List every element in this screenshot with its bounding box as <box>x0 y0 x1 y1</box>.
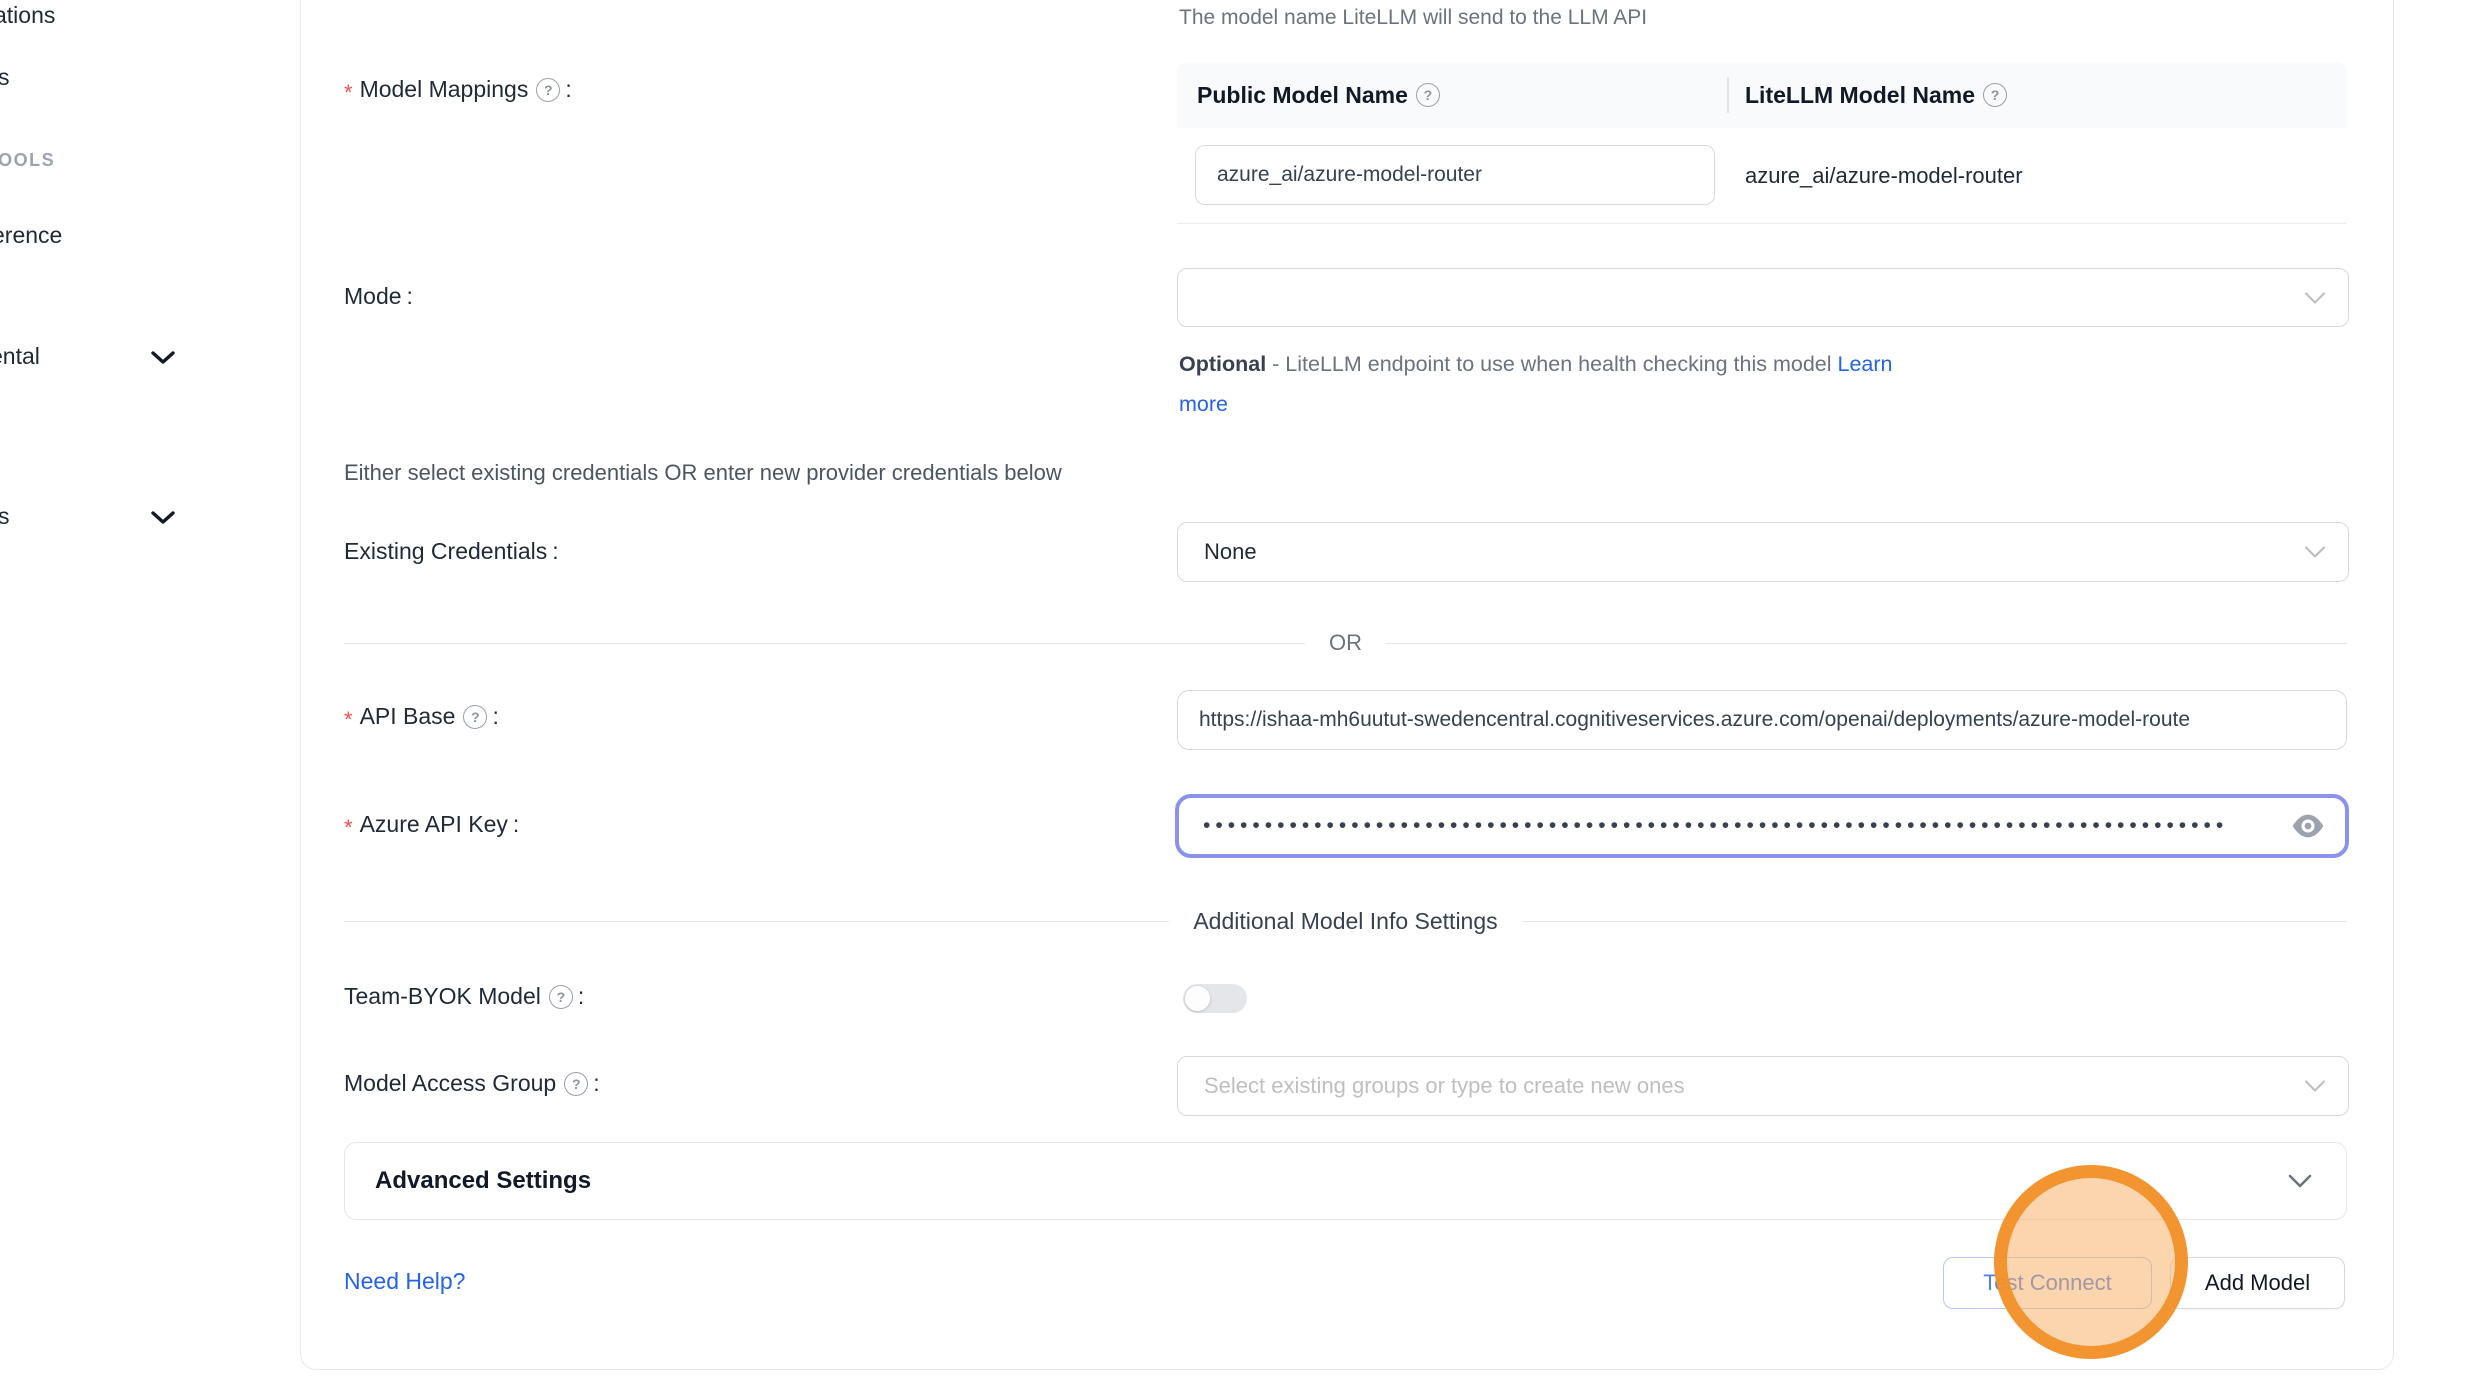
help-icon[interactable] <box>564 1072 588 1096</box>
chevron-down-icon <box>2288 1174 2312 1188</box>
masked-api-key: ••••••••••••••••••••••••••••••••••••••••… <box>1203 794 2223 858</box>
test-connect-button[interactable]: Test Connect <box>1943 1257 2152 1309</box>
azure-api-key-input[interactable]: ••••••••••••••••••••••••••••••••••••••••… <box>1175 794 2349 858</box>
chevron-down-icon <box>2304 1080 2326 1093</box>
model-mapping-row: azure_ai/azure-model-router <box>1177 128 2347 224</box>
help-icon[interactable] <box>549 985 573 1009</box>
litellm-model-name-helper: The model name LiteLLM will send to the … <box>1179 6 1647 30</box>
required-asterisk: * <box>344 815 353 841</box>
model-access-group-label: Model Access Group : <box>344 1070 600 1097</box>
existing-credentials-label: Existing Credentials : <box>344 538 559 565</box>
model-access-group-select[interactable]: Select existing groups or type to create… <box>1177 1056 2349 1116</box>
litellm-model-name-header: LiteLLM Model Name <box>1727 82 2007 109</box>
sidebar: ations s TOOLS erence ental s <box>0 0 297 1385</box>
help-icon[interactable] <box>463 705 487 729</box>
add-model-button[interactable]: Add Model <box>2170 1257 2345 1309</box>
sidebar-item-settings[interactable]: s <box>0 503 10 530</box>
sidebar-item[interactable]: s <box>0 64 10 91</box>
model-mappings-table: Public Model Name LiteLLM Model Name azu… <box>1177 62 2347 224</box>
litellm-model-name-value: azure_ai/azure-model-router <box>1745 128 2023 223</box>
chevron-down-icon <box>2304 291 2326 304</box>
eye-icon[interactable] <box>2291 812 2325 840</box>
model-mappings-label: * Model Mappings : <box>344 76 572 103</box>
sidebar-item-organizations[interactable]: ations <box>0 2 55 29</box>
help-icon[interactable] <box>1416 83 1440 107</box>
mode-label: Mode : <box>344 283 413 310</box>
api-base-input[interactable] <box>1177 690 2347 750</box>
team-byok-label: Team-BYOK Model : <box>344 983 584 1010</box>
help-icon[interactable] <box>536 78 560 102</box>
public-model-name-header: Public Model Name <box>1177 82 1727 109</box>
api-base-label: * API Base : <box>344 703 499 730</box>
toggle-knob <box>1185 986 1210 1011</box>
advanced-settings-panel[interactable]: Advanced Settings <box>344 1142 2347 1220</box>
model-mappings-table-header: Public Model Name LiteLLM Model Name <box>1177 62 2347 128</box>
credentials-note: Either select existing credentials OR en… <box>344 460 1062 486</box>
required-asterisk: * <box>344 80 353 106</box>
chevron-down-icon <box>150 349 176 365</box>
team-byok-toggle[interactable] <box>1183 984 1247 1013</box>
additional-settings-divider: Additional Model Info Settings <box>344 908 2347 935</box>
mode-helper: Optional - LiteLLM endpoint to use when … <box>1179 344 1999 424</box>
existing-credentials-select[interactable]: None <box>1177 522 2349 582</box>
azure-api-key-label: * Azure API Key : <box>344 811 519 838</box>
chevron-down-icon <box>150 509 176 525</box>
sidebar-section-tools: TOOLS <box>0 150 55 171</box>
mode-select[interactable] <box>1177 268 2349 327</box>
or-divider: OR <box>344 630 2347 656</box>
chevron-down-icon <box>2304 546 2326 559</box>
required-asterisk: * <box>344 707 353 733</box>
sidebar-item-experimental[interactable]: ental <box>0 343 40 370</box>
help-icon[interactable] <box>1983 83 2007 107</box>
sidebar-item-inference[interactable]: erence <box>0 222 62 249</box>
public-model-name-input[interactable] <box>1195 145 1715 205</box>
need-help-link[interactable]: Need Help? <box>344 1268 465 1295</box>
table-column-divider <box>1727 77 1729 113</box>
